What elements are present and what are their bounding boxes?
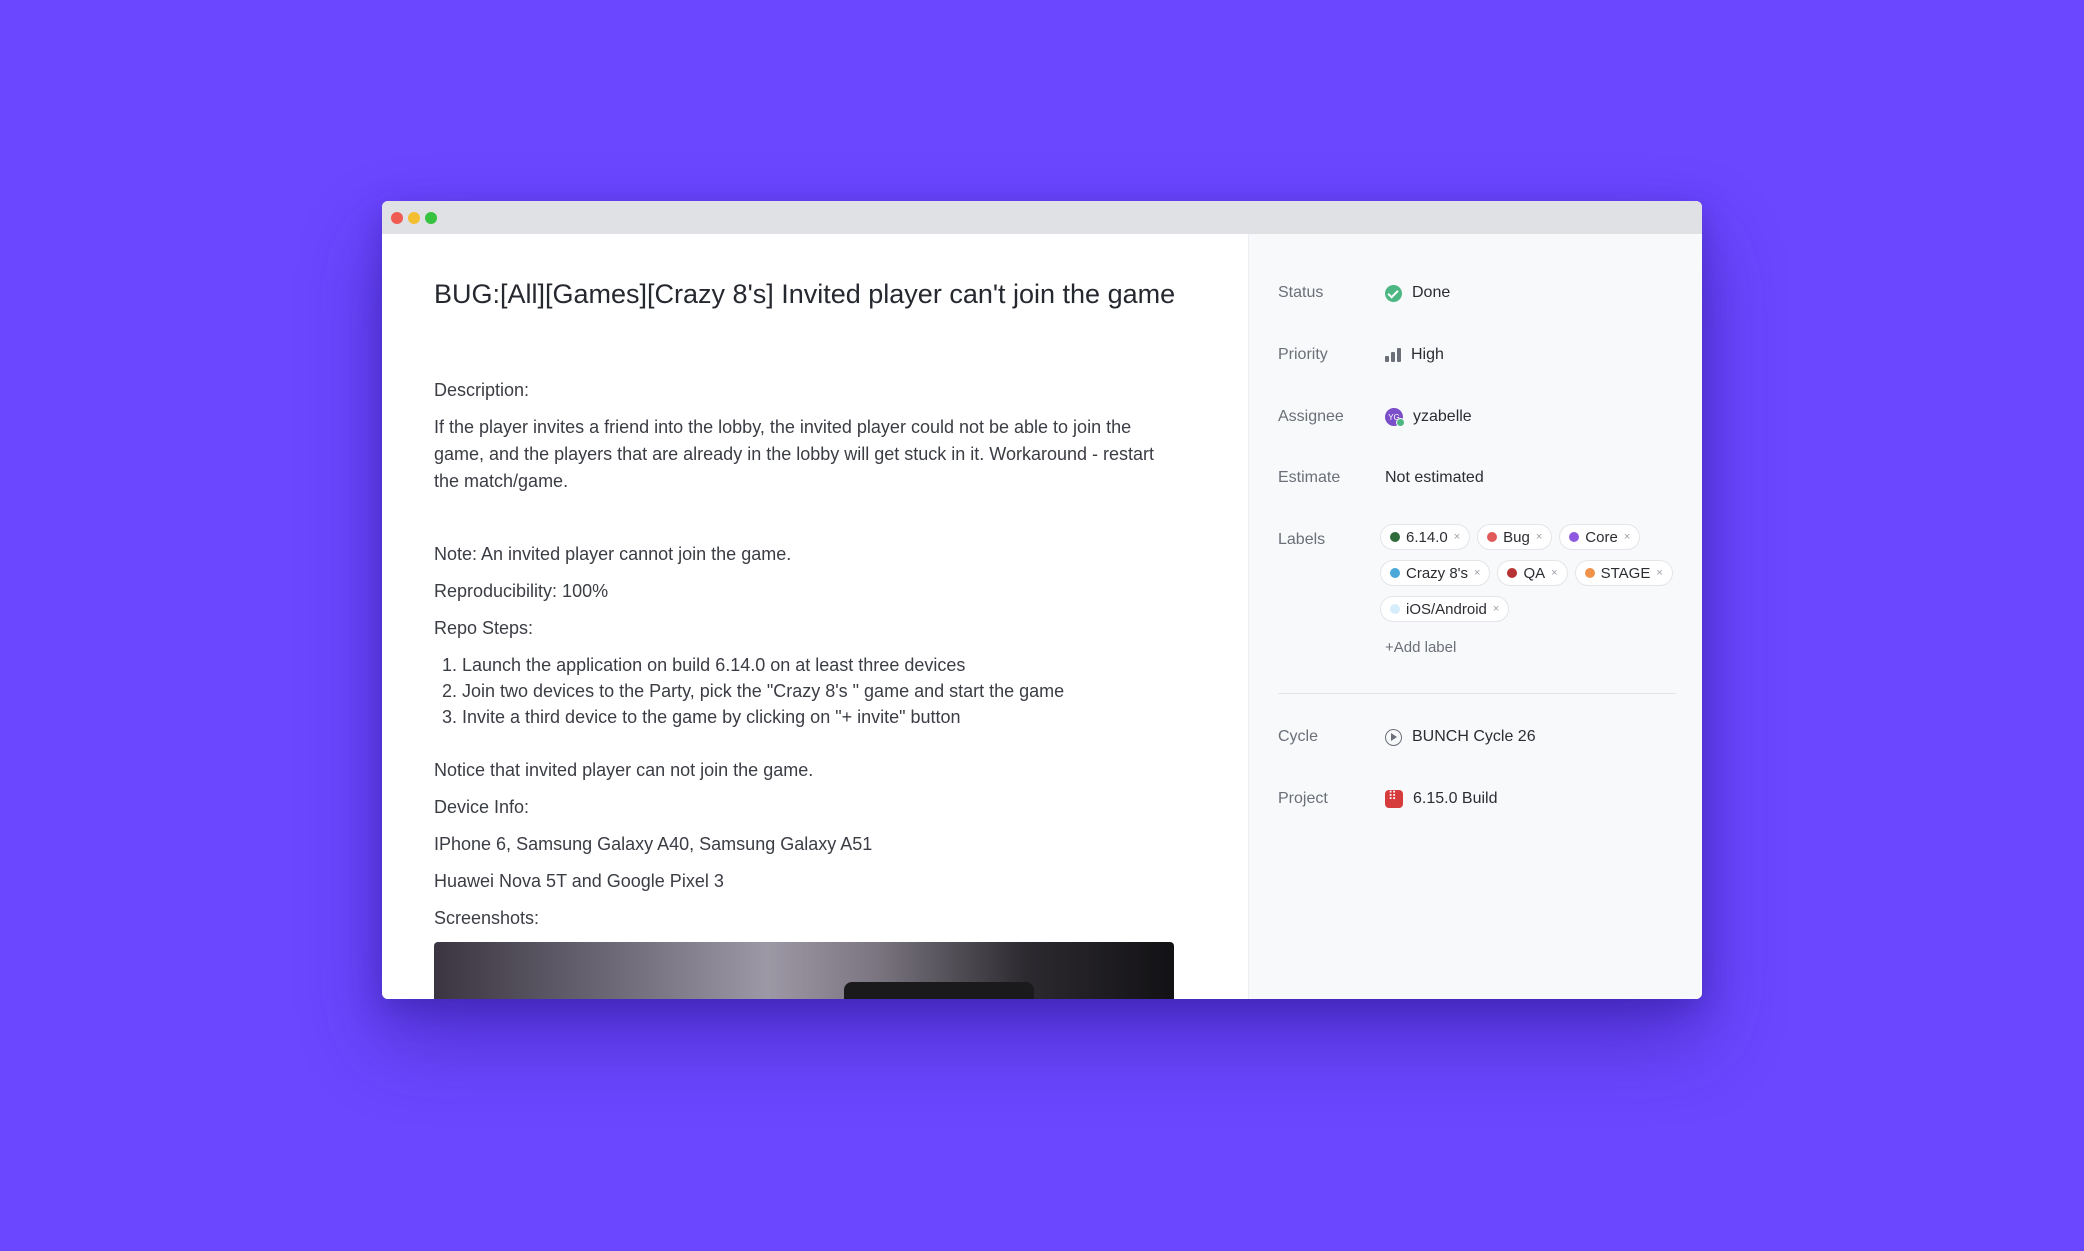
issue-content: BUG:[All][Games][Crazy 8's] Invited play… <box>382 234 1248 999</box>
remove-label-icon[interactable]: × <box>1551 567 1557 579</box>
project-text: 6.15.0 Build <box>1413 790 1498 807</box>
labels-list: 6.14.0 × Bug × Core × Crazy 8's × QA × S… <box>1380 524 1680 622</box>
project-value[interactable]: 6.15.0 Build <box>1385 789 1498 808</box>
label-name: Crazy 8's <box>1406 564 1469 582</box>
priority-label: Priority <box>1278 346 1328 363</box>
step-item: Launch the application on build 6.14.0 o… <box>462 652 1064 678</box>
remove-label-icon[interactable]: × <box>1624 531 1630 543</box>
note-text: Note: An invited player cannot join the … <box>434 544 792 564</box>
description-text[interactable]: If the player invites a friend into the … <box>434 414 1184 495</box>
cycle-text: BUNCH Cycle 26 <box>1412 728 1536 745</box>
device-info-label: Device Info: <box>434 797 530 817</box>
label-name: Bug <box>1503 528 1530 546</box>
assignee-label: Assignee <box>1278 408 1344 425</box>
remove-label-icon[interactable]: × <box>1493 603 1499 615</box>
estimate-text: Not estimated <box>1385 469 1484 486</box>
label-chip[interactable]: iOS/Android × <box>1380 596 1510 622</box>
maximize-window-button[interactable] <box>425 212 437 224</box>
label-color-dot <box>1390 604 1400 614</box>
device-list-line: Huawei Nova 5T and Google Pixel 3 <box>434 871 724 891</box>
add-label-button[interactable]: +Add label <box>1385 639 1456 656</box>
reproducibility-text: Reproducibility: 100% <box>434 581 609 601</box>
status-label: Status <box>1278 284 1324 301</box>
label-name: 6.14.0 <box>1406 528 1448 546</box>
minimize-window-button[interactable] <box>408 212 420 224</box>
remove-label-icon[interactable]: × <box>1656 567 1662 579</box>
label-color-dot <box>1487 532 1498 542</box>
estimate-label: Estimate <box>1278 469 1341 486</box>
label-chip[interactable]: Bug × <box>1477 524 1553 550</box>
label-name: QA <box>1523 564 1546 582</box>
properties-sidebar: Status Done Priority High Assignee YG yz… <box>1248 234 1702 999</box>
assignee-name: yzabelle <box>1413 408 1472 425</box>
step-item: Invite a third device to the game by cli… <box>462 704 1064 730</box>
label-color-dot <box>1390 568 1400 578</box>
signal-bars-icon <box>1385 348 1401 362</box>
label-chip[interactable]: STAGE × <box>1574 560 1673 586</box>
estimate-value[interactable]: Not estimated <box>1385 469 1484 487</box>
description-label: Description: <box>434 380 530 400</box>
label-chip[interactable]: 6.14.0 × <box>1380 524 1471 550</box>
sidebar-divider <box>1278 693 1676 694</box>
remove-label-icon[interactable]: × <box>1454 531 1460 543</box>
label-color-dot <box>1390 532 1400 542</box>
avatar: YG <box>1385 408 1405 427</box>
remove-label-icon[interactable]: × <box>1536 531 1542 543</box>
status-value[interactable]: Done <box>1385 284 1450 302</box>
screenshots-label: Screenshots: <box>434 908 540 928</box>
status-text: Done <box>1412 284 1451 301</box>
priority-value[interactable]: High <box>1385 346 1444 364</box>
label-chip[interactable]: Crazy 8's × <box>1380 560 1491 586</box>
remove-label-icon[interactable]: × <box>1474 567 1480 579</box>
label-name: Core <box>1585 528 1618 546</box>
labels-label: Labels <box>1278 531 1326 548</box>
label-chip[interactable]: Core × <box>1559 524 1641 550</box>
issue-title[interactable]: BUG:[All][Games][Crazy 8's] Invited play… <box>434 274 1194 314</box>
cycle-value[interactable]: BUNCH Cycle 26 <box>1385 728 1536 746</box>
app-window: BUG:[All][Games][Crazy 8's] Invited play… <box>382 201 1702 999</box>
repo-steps-label: Repo Steps: <box>434 618 534 638</box>
label-color-dot <box>1569 532 1580 542</box>
project-grid-icon <box>1385 789 1403 808</box>
device-list-line: IPhone 6, Samsung Galaxy A40, Samsung Ga… <box>434 834 873 854</box>
label-color-dot <box>1507 568 1518 578</box>
attached-screenshot-image[interactable] <box>434 942 1174 999</box>
cycle-label: Cycle <box>1278 728 1319 745</box>
close-window-button[interactable] <box>391 212 403 224</box>
label-name: iOS/Android <box>1406 600 1487 618</box>
project-label: Project <box>1278 790 1328 807</box>
label-color-dot <box>1584 568 1595 578</box>
repo-steps-list: Launch the application on build 6.14.0 o… <box>434 652 1064 730</box>
play-circle-icon <box>1385 728 1402 746</box>
notice-text: Notice that invited player can not join … <box>434 760 814 780</box>
check-circle-icon <box>1385 284 1402 302</box>
assignee-value[interactable]: YG yzabelle <box>1385 408 1472 427</box>
step-item: Join two devices to the Party, pick the … <box>462 678 1064 704</box>
priority-text: High <box>1411 346 1444 363</box>
label-name: STAGE <box>1600 564 1651 582</box>
label-chip[interactable]: QA × <box>1497 560 1568 586</box>
window-titlebar <box>382 201 1702 235</box>
